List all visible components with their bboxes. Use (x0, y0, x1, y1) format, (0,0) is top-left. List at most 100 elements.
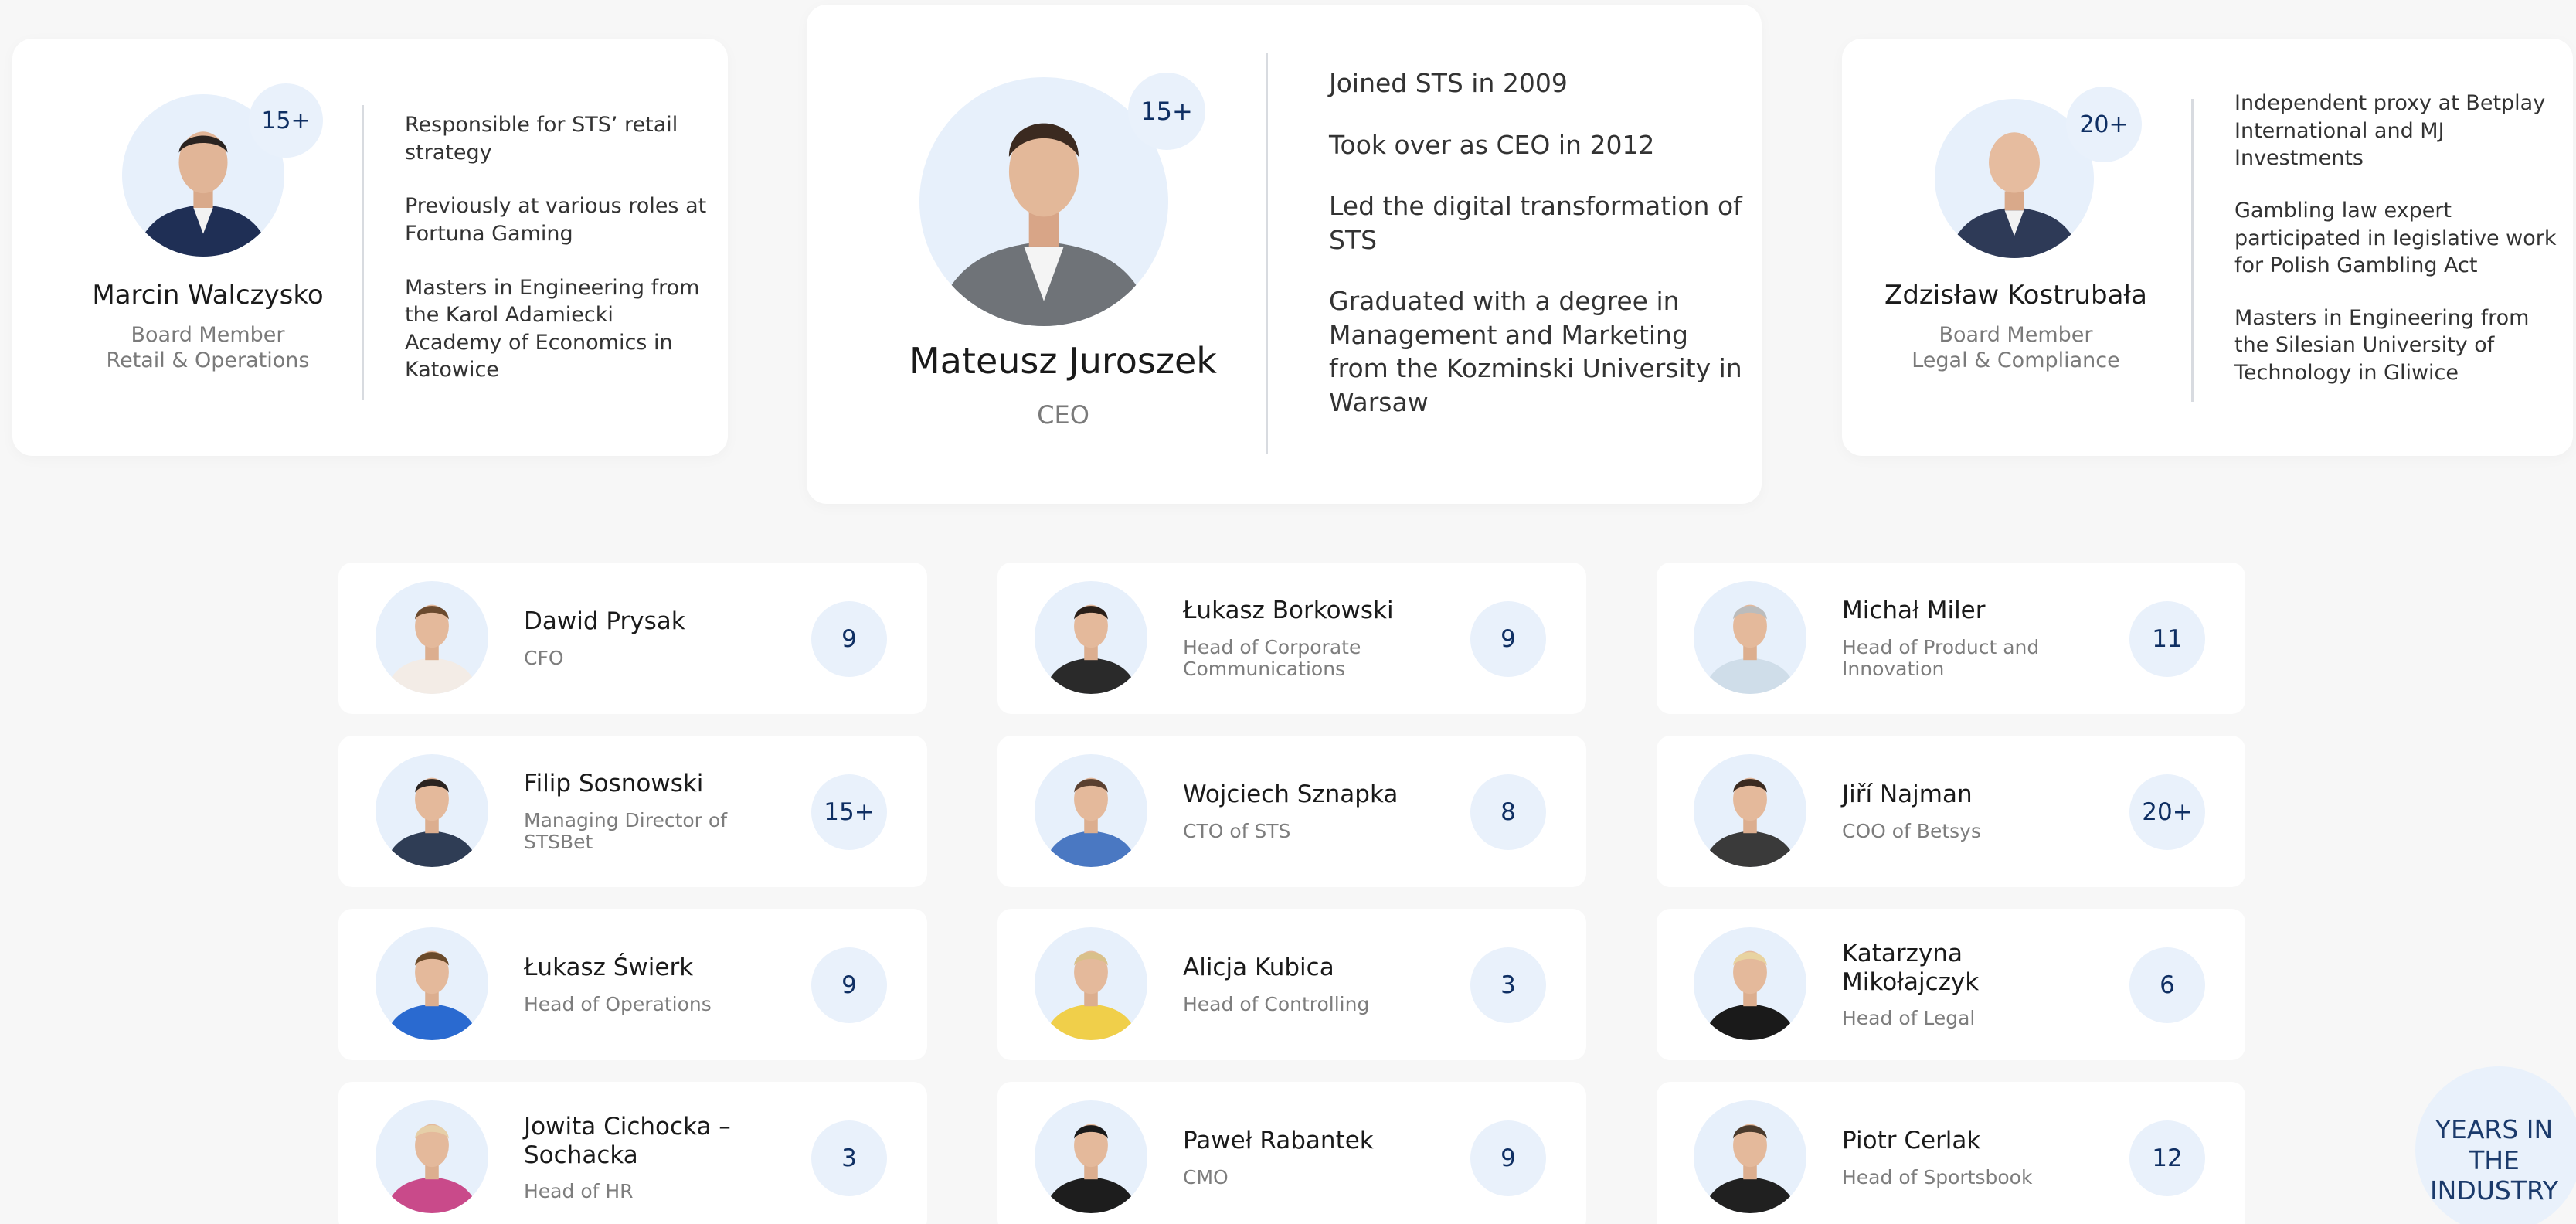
team-member-role: Head of Product and Innovation (1842, 635, 2040, 680)
years-badge: 9 (811, 947, 887, 1023)
team-member-role: Head of HR (524, 1180, 634, 1203)
team-member-name: Łukasz Świerk (524, 954, 694, 982)
vertical-divider (362, 105, 364, 400)
team-member-card: Jowita Cichocka – Sochacka Head of HR 3 (338, 1082, 927, 1224)
team-member-text: Paweł Rabantek CMO (1183, 1082, 1438, 1224)
legend-label: YEARS IN THE INDUSTRY (2429, 1114, 2559, 1206)
executive-role-line: Board Member (131, 323, 285, 347)
executive-card-kostrubala: 20+ Zdzisław Kostrubała Board Member Leg… (1842, 39, 2573, 456)
team-member-role: Head of Sportsbook (1842, 1165, 2033, 1188)
team-member-text: Piotr Cerlak Head of Sportsbook (1842, 1082, 2097, 1224)
fact-item: Took over as CEO in 2012 (1329, 129, 1655, 160)
years-badge: 11 (2129, 601, 2205, 677)
executive-role: Board Member Legal & Compliance (1857, 323, 2174, 374)
fact-item: Masters in Engineering from the Karol Ad… (405, 275, 700, 382)
fact-item: Graduated with a degree in Management an… (1329, 286, 1742, 417)
years-badge: 12 (2129, 1120, 2205, 1196)
team-member-name: Katarzyna Mikołajczyk (1842, 939, 1980, 996)
team-member-name: Dawid Prysak (524, 607, 685, 636)
fact-item: Masters in Engineering from the Silesian… (2234, 305, 2530, 385)
team-member-name: Paweł Rabantek (1183, 1127, 1374, 1155)
executive-avatar-group: 15+ (111, 83, 323, 261)
executive-facts: Joined STS in 2009 Took over as CEO in 2… (1329, 66, 1746, 447)
team-member-text: Katarzyna Mikołajczyk Head of Legal (1842, 909, 2097, 1060)
team-member-text: Wojciech Sznapka CTO of STS (1183, 736, 1438, 887)
team-member-card: Piotr Cerlak Head of Sportsbook 12 (1657, 1082, 2245, 1224)
person-photo (376, 927, 488, 1040)
person-photo (1694, 1100, 1806, 1213)
team-member-role: COO of Betsys (1842, 819, 1981, 842)
team-member-name: Jiří Najman (1842, 780, 1973, 809)
executive-facts: Independent proxy at Betplay Internation… (2234, 90, 2559, 412)
person-photo (1694, 927, 1806, 1040)
team-member-card: Katarzyna Mikołajczyk Head of Legal 6 (1657, 909, 2245, 1060)
person-photo (1694, 581, 1806, 694)
team-member-text: Filip Sosnowski Managing Director of STSB… (524, 736, 779, 887)
executive-role: CEO (1037, 400, 1089, 430)
vertical-divider (2191, 99, 2194, 402)
executive-name: Marcin Walczysko (92, 280, 324, 311)
team-member-name: Filip Sosnowski (524, 770, 704, 798)
years-badge: 15+ (811, 774, 887, 850)
years-badge: 15+ (1128, 73, 1205, 150)
fact-item: Responsible for STS’ retail strategy (405, 113, 678, 165)
executive-role-line: Legal & Compliance (1912, 348, 2120, 372)
team-member-name: Alicja Kubica (1183, 954, 1334, 982)
team-member-name: Piotr Cerlak (1842, 1127, 1981, 1155)
team-member-role: CTO of STS (1183, 819, 1291, 842)
team-member-role: CMO (1183, 1165, 1229, 1188)
team-member-card: Łukasz Świerk Head of Operations 9 (338, 909, 927, 1060)
person-photo (1035, 581, 1147, 694)
team-member-card: Łukasz Borkowski Head of Corporate Commun… (997, 563, 1586, 714)
person-photo (376, 1100, 488, 1213)
team-member-name: Łukasz Borkowski (1183, 597, 1394, 625)
team-member-role: Head of Operations (524, 992, 712, 1015)
years-badge: 9 (811, 601, 887, 677)
fact-item: Led the digital transformation of STS (1329, 191, 1742, 255)
team-member-text: Jiří Najman COO of Betsys (1842, 736, 2097, 887)
years-badge: 9 (1470, 601, 1546, 677)
team-member-text: Dawid Prysak CFO (524, 563, 779, 714)
person-photo (1035, 927, 1147, 1040)
executive-avatar-group: 20+ (1935, 82, 2151, 260)
years-badge: 6 (2129, 947, 2205, 1023)
fact-item: Independent proxy at Betplay Internation… (2234, 91, 2546, 171)
executive-name: Mateusz Juroszek (909, 340, 1217, 382)
years-badge: 3 (811, 1120, 887, 1196)
person-photo (1694, 754, 1806, 867)
team-member-role: Head of Controlling (1183, 992, 1370, 1015)
executive-card-walczysko: 15+ Marcin Walczysko Board Member Retail… (12, 39, 728, 456)
team-member-card: Jiří Najman COO of Betsys 20+ (1657, 736, 2245, 887)
team-member-name: Jowita Cichocka – Sochacka (524, 1112, 731, 1169)
team-member-role: Managing Director of STSBet (524, 808, 728, 853)
person-photo (1035, 754, 1147, 867)
management-page: 15+ Marcin Walczysko Board Member Retail… (0, 0, 2576, 1224)
team-member-card: Wojciech Sznapka CTO of STS 8 (997, 736, 1586, 887)
team-member-card: Paweł Rabantek CMO 9 (997, 1082, 1586, 1224)
person-photo (1035, 1100, 1147, 1213)
person-photo (376, 754, 488, 867)
team-member-card: Michał Miler Head of Product and Innovati… (1657, 563, 2245, 714)
team-member-role: CFO (524, 646, 564, 669)
fact-item: Gambling law expert participated in legi… (2234, 198, 2557, 278)
executive-facts: Responsible for STS’ retail strategy Pre… (405, 111, 714, 410)
team-member-name: Michał Miler (1842, 597, 1986, 625)
team-member-name: Wojciech Sznapka (1183, 780, 1398, 809)
team-member-card: Filip Sosnowski Managing Director of STSB… (338, 736, 927, 887)
team-member-card: Dawid Prysak CFO 9 (338, 563, 927, 714)
executive-avatar-group: 15+ (919, 48, 1213, 334)
fact-item: Joined STS in 2009 (1329, 68, 1568, 98)
years-badge: 20+ (2066, 87, 2142, 162)
years-badge: 15+ (249, 83, 323, 158)
years-badge: 8 (1470, 774, 1546, 850)
executive-role: Board Member Retail & Operations (36, 323, 380, 374)
executive-role-line: Retail & Operations (106, 348, 310, 372)
vertical-divider (1266, 53, 1268, 454)
team-member-role: Head of Corporate Communications (1183, 635, 1361, 680)
executive-role-line: Board Member (1939, 323, 2093, 347)
team-member-text: Łukasz Borkowski Head of Corporate Commun… (1183, 563, 1438, 714)
team-member-card: Alicja Kubica Head of Controlling 3 (997, 909, 1586, 1060)
years-badge: 20+ (2129, 774, 2205, 850)
executive-card-juroszek: 15+ Mateusz Juroszek CEO Joined STS in 2… (807, 5, 1762, 504)
team-member-text: Jowita Cichocka – Sochacka Head of HR (524, 1082, 779, 1224)
